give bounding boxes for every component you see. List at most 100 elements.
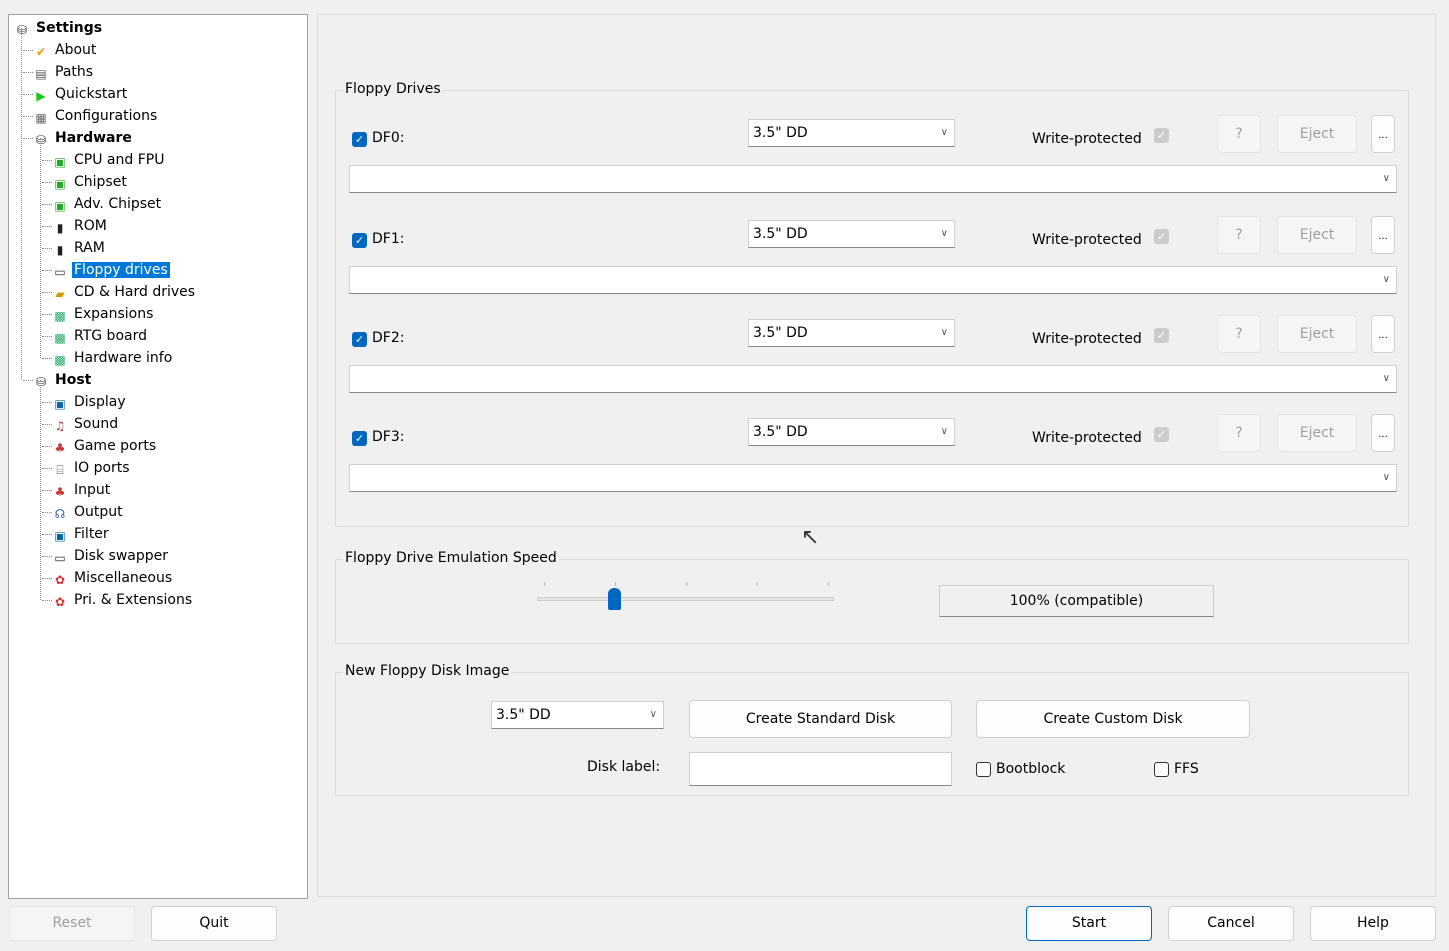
tree-item-configurations[interactable]: ▦ Configurations: [33, 106, 159, 126]
disk-image-path-combo[interactable]: ∨: [349, 266, 1397, 294]
tree-connector: [42, 402, 52, 403]
tree-item-label: Pri. & Extensions: [74, 592, 193, 608]
disk-image-path-combo[interactable]: ∨: [349, 365, 1397, 393]
tree-connector: [42, 468, 52, 469]
browse-button[interactable]: ...: [1371, 315, 1395, 353]
eject-button[interactable]: Eject: [1277, 414, 1357, 452]
write-protected-checkbox[interactable]: ✓: [1154, 128, 1169, 143]
tree-item-expansions[interactable]: ▩ Expansions: [52, 304, 155, 324]
group-title: New Floppy Disk Image: [343, 663, 512, 679]
tree-item-rtg-board[interactable]: ▩ RTG board: [52, 326, 149, 346]
tree-item-ram[interactable]: ▮ RAM: [52, 238, 107, 258]
tree-item-disk-swapper[interactable]: ▭ Disk swapper: [52, 546, 170, 566]
drive-info-button[interactable]: ?: [1217, 216, 1261, 254]
disk-image-path-combo[interactable]: ∨: [349, 464, 1397, 492]
disk-label-label: Disk label:: [587, 759, 661, 775]
tree-item-quickstart[interactable]: ▶ Quickstart: [33, 84, 129, 104]
tree-item-display[interactable]: ▣ Display: [52, 392, 128, 412]
settings-tree[interactable]: ⛁ Settings ✔ About ▤ Paths ▶ Quickstart ▦ Configu…: [8, 14, 308, 899]
drive-enabled-checkbox[interactable]: ✓: [352, 233, 367, 248]
tree-connector: [42, 160, 52, 161]
tree-item-label: Host: [55, 372, 92, 388]
drive-info-button[interactable]: ?: [1217, 115, 1261, 153]
tree-item-adv-chipset[interactable]: ▣ Adv. Chipset: [52, 194, 163, 214]
disk-image-path-combo[interactable]: ∨: [349, 165, 1397, 193]
tree-item-hardware[interactable]: ⛁ Hardware: [33, 128, 134, 148]
tree-item-cpu-and-fpu[interactable]: ▣ CPU and FPU: [52, 150, 166, 170]
drive-enabled-checkbox[interactable]: ✓: [352, 332, 367, 347]
slider-ticks: [544, 582, 829, 586]
tree-item-filter[interactable]: ▣ Filter: [52, 524, 111, 544]
eject-button[interactable]: Eject: [1277, 315, 1357, 353]
disk-stack-icon: ⛁: [16, 23, 28, 37]
ffs-checkbox[interactable]: [1154, 762, 1169, 777]
tree-item-label: Paths: [55, 64, 94, 80]
tree-item-rom[interactable]: ▮ ROM: [52, 216, 109, 236]
tree-item-output[interactable]: ☊ Output: [52, 502, 125, 522]
drive-enabled-checkbox[interactable]: ✓: [352, 431, 367, 446]
tree-item-game-ports[interactable]: ♣ Game ports: [52, 436, 158, 456]
joystick-icon: ♣: [54, 485, 66, 499]
chevron-down-icon: ∨: [940, 327, 948, 338]
tree-item-floppy-drives[interactable]: ▭ Floppy drives: [52, 260, 170, 280]
output-icon: ☊: [54, 507, 66, 521]
tree-item-host[interactable]: ⛁ Host: [33, 370, 93, 390]
chip-icon: ▣: [54, 155, 66, 169]
speed-slider-track[interactable]: [537, 597, 834, 601]
tree-item-paths[interactable]: ▤ Paths: [33, 62, 95, 82]
write-protected-checkbox[interactable]: ✓: [1154, 328, 1169, 343]
chevron-down-icon: ∨: [940, 426, 948, 437]
chip-icon: ▣: [54, 199, 66, 213]
new-disk-type-select[interactable]: 3.5" DD ∨: [491, 701, 664, 729]
floppy-drive-icon: ▭: [54, 265, 66, 279]
drive-type-select[interactable]: 3.5" DD ∨: [748, 319, 955, 347]
reset-button[interactable]: Reset: [9, 906, 135, 941]
browse-button[interactable]: ...: [1371, 216, 1395, 254]
tree-connector: [42, 424, 52, 425]
start-button[interactable]: Start: [1026, 906, 1152, 941]
disk-label-input[interactable]: [689, 752, 952, 786]
tree-connector: [23, 50, 33, 51]
drive-type-select[interactable]: 3.5" DD ∨: [748, 418, 955, 446]
tree-item-miscellaneous[interactable]: ✿ Miscellaneous: [52, 568, 174, 588]
create-standard-disk-button[interactable]: Create Standard Disk: [689, 700, 952, 738]
memory-chip-icon: ▮: [56, 243, 64, 257]
help-button[interactable]: Help: [1310, 906, 1436, 941]
tree-connector: [42, 226, 52, 227]
drive-type-select[interactable]: 3.5" DD ∨: [748, 119, 955, 147]
tree-item-sound[interactable]: ♫ Sound: [52, 414, 120, 434]
drive-enabled-checkbox[interactable]: ✓: [352, 132, 367, 147]
create-custom-disk-button[interactable]: Create Custom Disk: [976, 700, 1250, 738]
tree-item-cd-hard-drives[interactable]: ▰ CD & Hard drives: [52, 282, 197, 302]
tree-item-label: Adv. Chipset: [74, 196, 162, 212]
tree-connector: [42, 534, 52, 535]
eject-button[interactable]: Eject: [1277, 115, 1357, 153]
cancel-button[interactable]: Cancel: [1168, 906, 1294, 941]
drive-type-select[interactable]: 3.5" DD ∨: [748, 220, 955, 248]
speed-slider-thumb[interactable]: [608, 588, 622, 610]
write-protected-checkbox[interactable]: ✓: [1154, 427, 1169, 442]
tree-item-chipset[interactable]: ▣ Chipset: [52, 172, 129, 192]
bootblock-checkbox[interactable]: [976, 762, 991, 777]
tree-item-hardware-info[interactable]: ▩ Hardware info: [52, 348, 174, 368]
browse-button[interactable]: ...: [1371, 414, 1395, 452]
speaker-icon: ♫: [54, 419, 66, 433]
eject-button[interactable]: Eject: [1277, 216, 1357, 254]
io-port-icon: ⌸: [56, 463, 64, 477]
tree-item-about[interactable]: ✔ About: [33, 40, 98, 60]
write-protected-checkbox[interactable]: ✓: [1154, 229, 1169, 244]
tree-item-label: CD & Hard drives: [74, 284, 196, 300]
drive-info-button[interactable]: ?: [1217, 414, 1261, 452]
tree-item-settings[interactable]: ⛁ Settings: [14, 18, 104, 38]
quit-button[interactable]: Quit: [151, 906, 277, 941]
tree-item-io-ports[interactable]: ⌸ IO ports: [52, 458, 132, 478]
paths-icon: ▤: [35, 67, 47, 81]
tree-item-label: Chipset: [74, 174, 127, 190]
browse-button[interactable]: ...: [1371, 115, 1395, 153]
tree-item-label: Filter: [74, 526, 109, 542]
tree-item-label: RTG board: [74, 328, 147, 344]
tree-item-input[interactable]: ♣ Input: [52, 480, 112, 500]
drive-info-button[interactable]: ?: [1217, 315, 1261, 353]
tree-item-pri-extensions[interactable]: ✿ Pri. & Extensions: [52, 590, 194, 610]
tree-connector: [23, 72, 33, 73]
